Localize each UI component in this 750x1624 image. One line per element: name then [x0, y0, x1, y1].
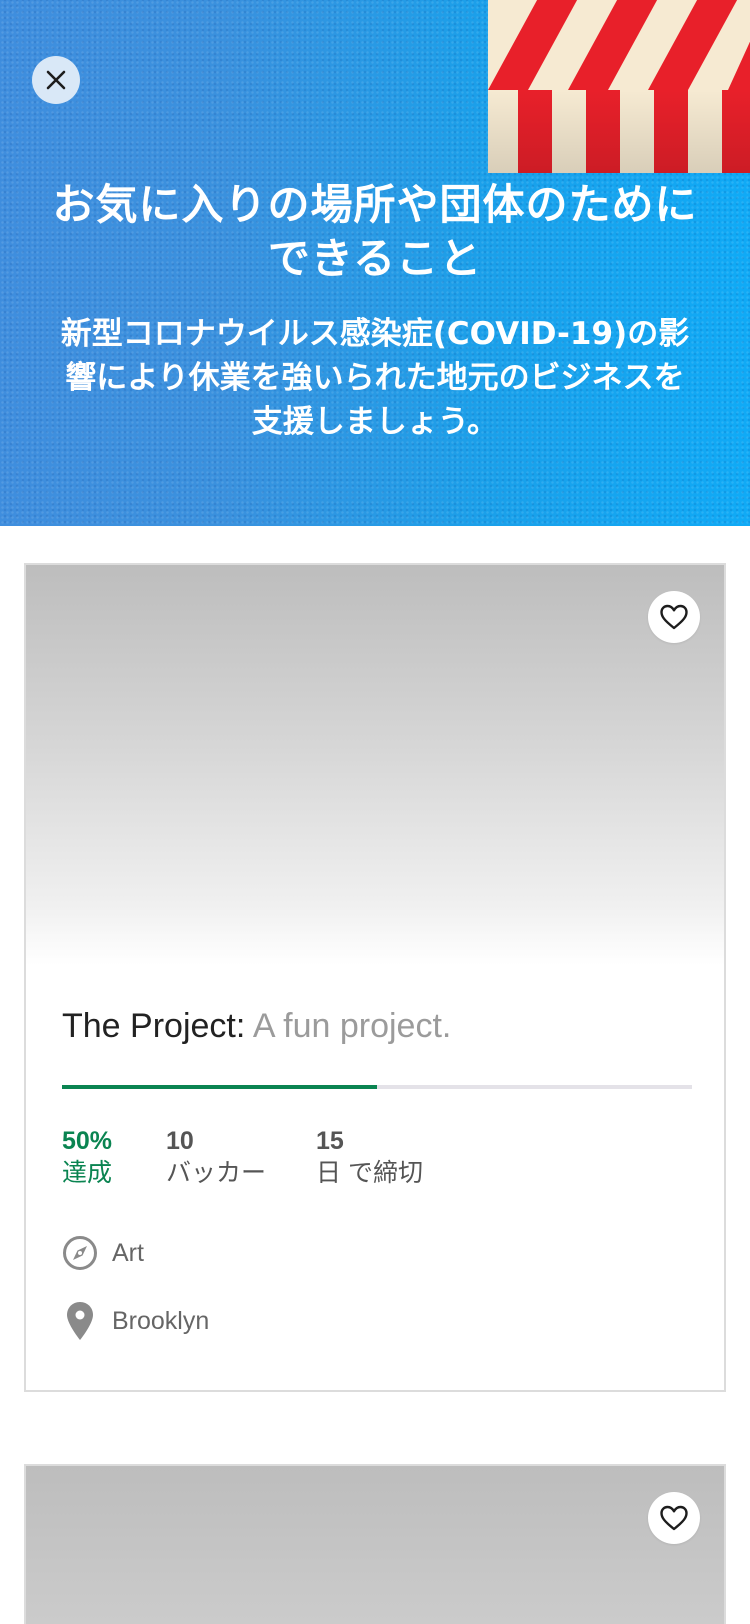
- project-image[interactable]: [26, 565, 724, 965]
- funding-progress-fill: [62, 1085, 377, 1089]
- backers-label: バッカー: [166, 1159, 267, 1187]
- funded-label: 達成: [62, 1159, 113, 1187]
- funding-progress-bar: [62, 1085, 692, 1089]
- days-label: 日 で締切: [316, 1159, 423, 1187]
- close-button[interactable]: [32, 56, 80, 104]
- stat-backers: 10 バッカー: [166, 1125, 266, 1189]
- hero-title: お気に入りの場所や団体のためにできること: [52, 180, 698, 283]
- stat-funded: 50% 達成: [62, 1125, 112, 1189]
- favorite-button[interactable]: [648, 1492, 700, 1544]
- days-count: 15: [316, 1127, 344, 1155]
- favorite-button[interactable]: [648, 591, 700, 643]
- project-stats: 50% 達成 10 バッカー 15 日 で締切: [62, 1125, 692, 1205]
- heart-icon: [660, 1505, 688, 1531]
- category-link[interactable]: Art: [62, 1233, 144, 1273]
- hero-banner: お気に入りの場所や団体のためにできること 新型コロナウイルス感染症(COVID-…: [0, 0, 750, 526]
- backers-count: 10: [166, 1127, 194, 1155]
- project-name: The Project:: [62, 1007, 246, 1045]
- project-card[interactable]: [24, 1464, 726, 1624]
- project-card[interactable]: The Project: A fun project. 50% 達成 10 バッ…: [24, 563, 726, 1392]
- location-link[interactable]: Brooklyn: [62, 1301, 209, 1341]
- close-icon: [46, 70, 66, 90]
- project-title[interactable]: The Project: A fun project.: [62, 1007, 451, 1046]
- hero-subtitle: 新型コロナウイルス感染症(COVID-19)の影響により休業を強いられた地元のビ…: [60, 316, 690, 440]
- project-image[interactable]: [26, 1466, 724, 1624]
- compass-icon: [62, 1233, 98, 1273]
- location-pin-icon: [62, 1301, 98, 1341]
- category-label: Art: [112, 1238, 144, 1267]
- stat-days-left: 15 日 で締切: [316, 1125, 423, 1189]
- project-blurb: A fun project.: [252, 1007, 452, 1045]
- location-label: Brooklyn: [112, 1306, 210, 1335]
- heart-icon: [660, 604, 688, 630]
- awning-illustration: [488, 0, 750, 173]
- funded-percent: 50%: [62, 1127, 113, 1155]
